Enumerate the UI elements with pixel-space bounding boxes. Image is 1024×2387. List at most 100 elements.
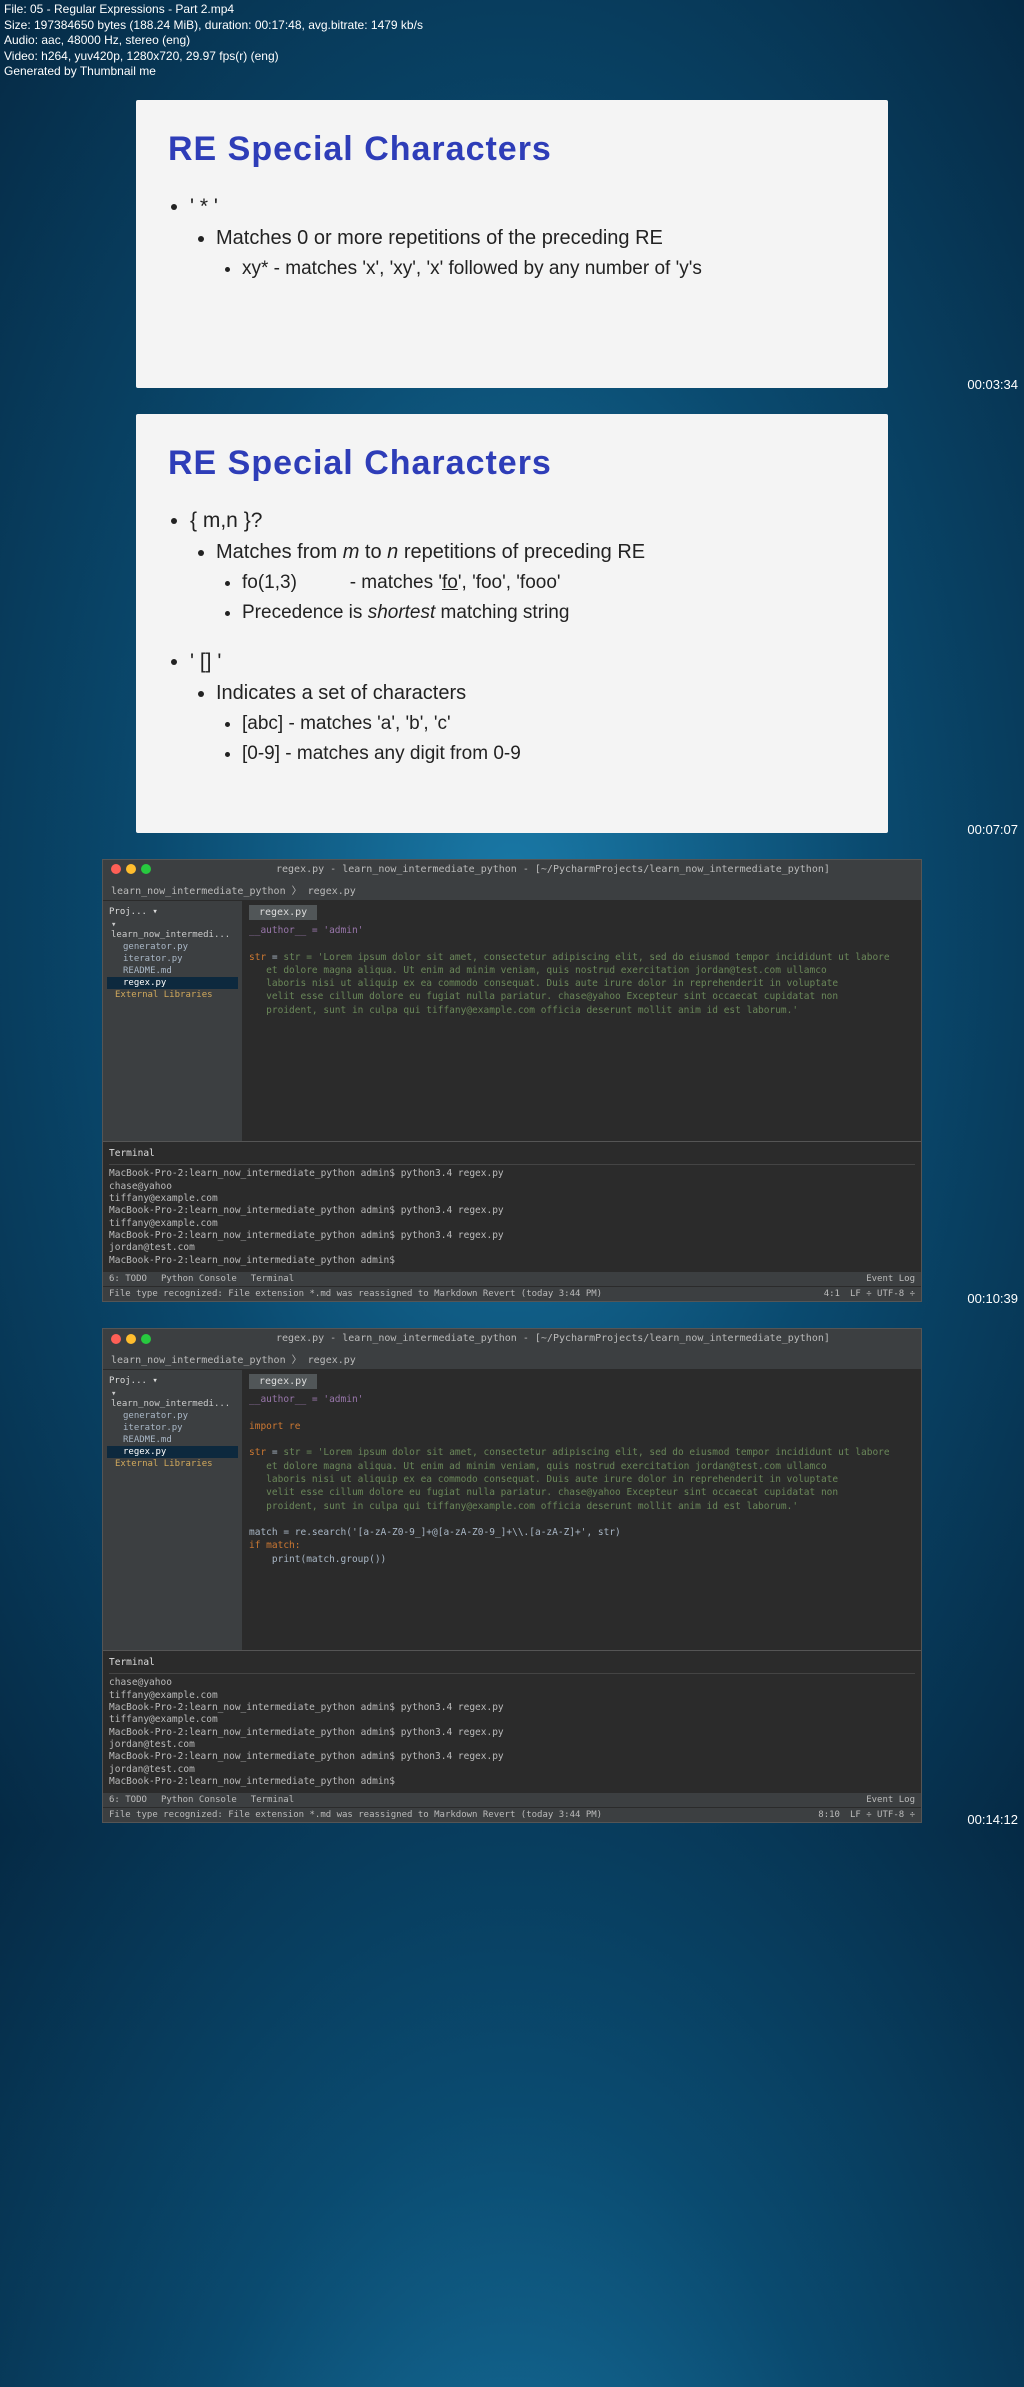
term-line: jordan@test.com — [109, 1764, 915, 1776]
timestamp-3: 00:10:39 — [967, 1291, 1018, 1306]
gen-line: Generated by Thumbnail me — [4, 64, 1020, 80]
breadcrumb[interactable]: learn_now_intermediate_python 〉 regex.py — [103, 1348, 921, 1370]
file-readme[interactable]: README.md — [107, 1434, 238, 1446]
term-line: tiffany@example.com — [109, 1218, 915, 1230]
status-bar: File type recognized: File extension *.m… — [103, 1807, 921, 1822]
audio-line: Audio: aac, 48000 Hz, stereo (eng) — [4, 33, 1020, 49]
bottom-tabs: 6: TODO Python Console Terminal Event Lo… — [103, 1271, 921, 1286]
event-log[interactable]: Event Log — [866, 1795, 915, 1805]
video-line: Video: h264, yuv420p, 1280x720, 29.97 fp… — [4, 49, 1020, 65]
project-root: ▾ learn_now_intermedi... — [107, 919, 238, 941]
ide-2: regex.py - learn_now_intermediate_python… — [102, 1328, 922, 1823]
titlebar: regex.py - learn_now_intermediate_python… — [103, 1329, 921, 1348]
minimize-icon[interactable] — [126, 1334, 136, 1344]
slide-title: RE Special Characters — [168, 444, 856, 483]
term-line: jordan@test.com — [109, 1242, 915, 1254]
tab-todo[interactable]: 6: TODO — [109, 1795, 147, 1805]
titlebar: regex.py - learn_now_intermediate_python… — [103, 860, 921, 879]
bullet-braces-desc: Matches from m to n repetitions of prece… — [216, 541, 856, 564]
status-message: File type recognized: File extension *.m… — [109, 1810, 602, 1820]
tab-terminal[interactable]: Terminal — [251, 1274, 294, 1284]
bottom-tabs: 6: TODO Python Console Terminal Event Lo… — [103, 1792, 921, 1807]
bullet-brackets-ex2: [0-9] - matches any digit from 0-9 — [242, 743, 856, 765]
term-line: tiffany@example.com — [109, 1193, 915, 1205]
status-bar: File type recognized: File extension *.m… — [103, 1286, 921, 1301]
term-line: MacBook-Pro-2:learn_now_intermediate_pyt… — [109, 1727, 915, 1739]
external-libraries[interactable]: External Libraries — [107, 1458, 238, 1470]
window-title: regex.py - learn_now_intermediate_python… — [276, 864, 830, 875]
bullet-braces: { m,n }? — [190, 509, 856, 533]
bullet-star: ' * ' — [190, 195, 856, 219]
term-line: MacBook-Pro-2:learn_now_intermediate_pyt… — [109, 1702, 915, 1714]
close-icon[interactable] — [111, 864, 121, 874]
minimize-icon[interactable] — [126, 864, 136, 874]
zoom-icon[interactable] — [141, 864, 151, 874]
zoom-icon[interactable] — [141, 1334, 151, 1344]
code-editor[interactable]: regex.py __author__ = 'admin' import re … — [243, 1370, 921, 1650]
terminal-header: Terminal — [109, 1146, 915, 1165]
term-line: MacBook-Pro-2:learn_now_intermediate_pyt… — [109, 1751, 915, 1763]
bullet-brackets-desc: Indicates a set of characters — [216, 682, 856, 705]
thumbnail-1: RE Special Characters ' * ' Matches 0 or… — [0, 82, 1024, 396]
timestamp-4: 00:14:12 — [967, 1812, 1018, 1827]
media-info-header: File: 05 - Regular Expressions - Part 2.… — [0, 0, 1024, 82]
term-line: MacBook-Pro-2:learn_now_intermediate_pyt… — [109, 1205, 915, 1217]
cursor-pos: 8:10 — [818, 1810, 840, 1820]
file-regex[interactable]: regex.py — [107, 977, 238, 989]
project-sidebar[interactable]: Proj... ▾ ▾ learn_now_intermedi... gener… — [103, 901, 243, 1141]
bullet-braces-ex2: Precedence is shortest matching string — [242, 602, 856, 624]
file-iterator[interactable]: iterator.py — [107, 953, 238, 965]
bullet-star-example: xy* - matches 'x', 'xy', 'x' followed by… — [242, 258, 856, 280]
project-sidebar[interactable]: Proj... ▾ ▾ learn_now_intermedi... gener… — [103, 1370, 243, 1650]
thumbnail-3: regex.py - learn_now_intermediate_python… — [0, 841, 1024, 1310]
file-generator[interactable]: generator.py — [107, 941, 238, 953]
term-line: tiffany@example.com — [109, 1690, 915, 1702]
terminal-panel[interactable]: Terminal chase@yahoo tiffany@example.com… — [103, 1650, 921, 1792]
slide-1: RE Special Characters ' * ' Matches 0 or… — [136, 100, 888, 388]
code-editor[interactable]: regex.py __author__ = 'admin' str = str … — [243, 901, 921, 1141]
window-title: regex.py - learn_now_intermediate_python… — [276, 1333, 830, 1344]
bullet-brackets: ' [] ' — [190, 650, 856, 674]
size-line: Size: 197384650 bytes (188.24 MiB), dura… — [4, 18, 1020, 34]
file-iterator[interactable]: iterator.py — [107, 1422, 238, 1434]
tab-todo[interactable]: 6: TODO — [109, 1274, 147, 1284]
timestamp-2: 00:07:07 — [967, 822, 1018, 837]
term-line: MacBook-Pro-2:learn_now_intermediate_pyt… — [109, 1776, 915, 1788]
bullet-brackets-ex1: [abc] - matches 'a', 'b', 'c' — [242, 713, 856, 735]
tab-python-console[interactable]: Python Console — [161, 1795, 237, 1805]
encoding: LF ÷ UTF-8 ÷ — [850, 1810, 915, 1820]
slide-title: RE Special Characters — [168, 130, 856, 169]
terminal-panel[interactable]: Terminal MacBook-Pro-2:learn_now_interme… — [103, 1141, 921, 1271]
term-line: MacBook-Pro-2:learn_now_intermediate_pyt… — [109, 1168, 915, 1180]
event-log[interactable]: Event Log — [866, 1274, 915, 1284]
tab-terminal[interactable]: Terminal — [251, 1795, 294, 1805]
term-line: MacBook-Pro-2:learn_now_intermediate_pyt… — [109, 1255, 915, 1267]
thumbnail-2: RE Special Characters { m,n }? Matches f… — [0, 396, 1024, 841]
tab-python-console[interactable]: Python Console — [161, 1274, 237, 1284]
status-message: File type recognized: File extension *.m… — [109, 1289, 602, 1299]
encoding: LF ÷ UTF-8 ÷ — [850, 1289, 915, 1299]
bullet-star-desc: Matches 0 or more repetitions of the pre… — [216, 227, 856, 250]
thumbnail-4: regex.py - learn_now_intermediate_python… — [0, 1310, 1024, 1831]
external-libraries[interactable]: External Libraries — [107, 989, 238, 1001]
term-line: chase@yahoo — [109, 1181, 915, 1193]
ide-1: regex.py - learn_now_intermediate_python… — [102, 859, 922, 1302]
editor-tab[interactable]: regex.py — [249, 905, 317, 920]
term-line: tiffany@example.com — [109, 1714, 915, 1726]
term-line: jordan@test.com — [109, 1739, 915, 1751]
editor-tab[interactable]: regex.py — [249, 1374, 317, 1389]
file-regex[interactable]: regex.py — [107, 1446, 238, 1458]
term-line: chase@yahoo — [109, 1677, 915, 1689]
file-generator[interactable]: generator.py — [107, 1410, 238, 1422]
project-root: ▾ learn_now_intermedi... — [107, 1388, 238, 1410]
close-icon[interactable] — [111, 1334, 121, 1344]
file-line: File: 05 - Regular Expressions - Part 2.… — [4, 2, 1020, 18]
slide-2: RE Special Characters { m,n }? Matches f… — [136, 414, 888, 833]
bullet-braces-ex1: fo(1,3) - matches 'fo', 'foo', 'fooo' — [242, 572, 856, 594]
cursor-pos: 4:1 — [824, 1289, 840, 1299]
file-readme[interactable]: README.md — [107, 965, 238, 977]
timestamp-1: 00:03:34 — [967, 377, 1018, 392]
terminal-header: Terminal — [109, 1655, 915, 1674]
term-line: MacBook-Pro-2:learn_now_intermediate_pyt… — [109, 1230, 915, 1242]
breadcrumb[interactable]: learn_now_intermediate_python 〉 regex.py — [103, 879, 921, 901]
